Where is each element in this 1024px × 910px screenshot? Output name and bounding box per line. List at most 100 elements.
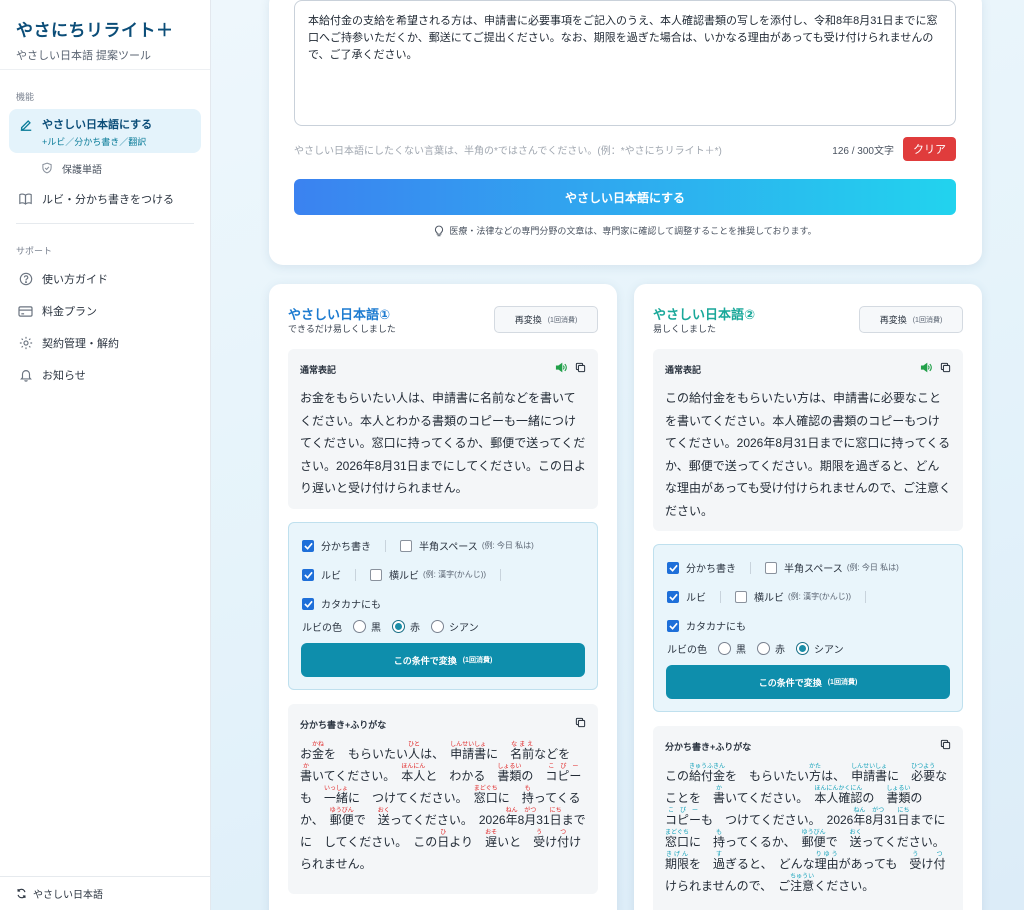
- ruby-word: 送おく: [377, 808, 390, 827]
- sidebar-item-pricing[interactable]: 料金プラン: [9, 295, 201, 327]
- source-text-input[interactable]: 本給付金の支給を希望される方は、申請書に必要事項をご記入のうえ、本人確認書類の写…: [294, 0, 956, 126]
- katakana-label: カタカナにも: [686, 622, 746, 633]
- ruby-word: 日ひ: [437, 830, 450, 849]
- ruby-word: 窓口まどぐち: [473, 786, 498, 805]
- sidebar: やさにちリライト＋ やさしい日本語 提案ツール 機能 やさしい日本語にする +ル…: [0, 0, 211, 910]
- wakachi-checkbox[interactable]: [667, 561, 679, 574]
- ruby-checkbox[interactable]: [302, 568, 314, 581]
- ruby-checkbox[interactable]: [667, 590, 679, 603]
- yoko-ruby-checkbox[interactable]: [370, 568, 382, 581]
- sidebar-item-news[interactable]: お知らせ: [9, 359, 201, 391]
- divider: [865, 590, 867, 603]
- wakachi-checkbox[interactable]: [302, 539, 314, 552]
- options-row-2: ルビ 横ルビ (例: 漢字(かんじ)): [302, 567, 515, 582]
- divider: [385, 539, 386, 552]
- ruby-word: 日にち: [549, 808, 562, 827]
- ruby-text-panel: 分かち書き+ふりがな この給付金きゅうふきんを もらいたい方かたは、 申請書しん…: [653, 726, 963, 910]
- sidebar-item-guide[interactable]: 使い方ガイド: [9, 263, 201, 295]
- panel-label: 通常表記: [665, 365, 702, 375]
- speaker-icon[interactable]: [920, 362, 932, 373]
- sidebar-item-label: 保護単語: [62, 164, 102, 176]
- panel-actions: [912, 362, 951, 373]
- yoko-ruby-checkbox[interactable]: [735, 590, 747, 603]
- color-radio-red[interactable]: [757, 642, 770, 655]
- char-counter: 126 / 300文字: [832, 145, 894, 157]
- ruby-word: 受う: [909, 852, 922, 871]
- convert-button[interactable]: やさしい日本語にする: [294, 179, 956, 215]
- brand-title[interactable]: やさにちリライト＋: [16, 16, 194, 41]
- color-option-label: シアン: [449, 623, 479, 634]
- ruby-word: 注意ちゅうい: [790, 874, 815, 893]
- apply-label: この条件で変換: [393, 655, 457, 666]
- ruby-reading: す: [713, 852, 726, 858]
- hankaku-checkbox[interactable]: [400, 539, 412, 552]
- ruby-word: 月がつ: [524, 808, 537, 827]
- ruby-reading: おく: [377, 808, 390, 814]
- ruby-word: 窓口まどぐち: [665, 830, 690, 849]
- ruby-reading: おそ: [485, 830, 498, 836]
- ruby-reading: う: [533, 830, 546, 836]
- copy-icon[interactable]: [575, 362, 586, 373]
- ruby-word: 理由りゆう: [814, 852, 839, 871]
- sidebar-item-ruby[interactable]: ルビ・分かち書きをつける: [9, 183, 201, 215]
- sidebar-item-label: 料金プラン: [42, 306, 97, 318]
- clear-button[interactable]: クリア: [903, 137, 956, 161]
- reconvert-button[interactable]: 再変換 (1回消費): [494, 306, 598, 333]
- hankaku-label: 半角スペース: [784, 564, 843, 575]
- ruby-reading: しんせいしょ: [450, 742, 487, 748]
- options-row-3: カタカナにも: [667, 618, 746, 633]
- ruby-reading: ひつよう: [911, 764, 936, 770]
- sidebar-item-easy-japanese[interactable]: やさしい日本語にする +ルビ／分かち書き／翻訳: [9, 109, 201, 153]
- result-title: やさしい日本語①: [288, 307, 391, 322]
- copy-icon[interactable]: [940, 739, 951, 750]
- panel-actions: [932, 739, 951, 750]
- panel-actions: [547, 362, 586, 373]
- hankaku-example: (例: 今日 私は): [846, 563, 899, 572]
- copy-icon[interactable]: [575, 717, 586, 728]
- sidebar-item-contract[interactable]: 契約管理・解約: [9, 327, 201, 359]
- ruby-word: 申請書しんせいしょ: [851, 764, 888, 783]
- yoko-ruby-example: (例: 漢字(かんじ)): [423, 570, 487, 579]
- ruby-word: 方かた: [809, 764, 822, 783]
- copy-icon[interactable]: [940, 362, 951, 373]
- options-panel: 分かち書き 半角スペース (例: 今日 私は) ルビ 横ルビ (例: 漢字(かん…: [653, 544, 963, 712]
- ruby-reading: かね: [312, 742, 325, 748]
- katakana-checkbox[interactable]: [667, 619, 679, 632]
- ruby-reading: まどぐち: [665, 830, 689, 836]
- hint-text: やさしい日本語にしたくない言葉は、半角の*ではさんでください。(例：*やさにちリ…: [294, 145, 722, 157]
- apply-conditions-button[interactable]: この条件で変換 (1回消費): [301, 643, 585, 677]
- sidebar-footer[interactable]: やさしい日本語: [0, 876, 210, 910]
- hankaku-checkbox[interactable]: [765, 561, 777, 574]
- ruby-reading: がつ: [872, 808, 885, 814]
- color-radio-black[interactable]: [353, 620, 366, 633]
- color-radio-cyan[interactable]: [431, 620, 444, 633]
- katakana-label: カタカナにも: [321, 600, 381, 611]
- apply-conditions-button[interactable]: この条件で変換 (1回消費): [666, 665, 950, 699]
- ruby-reading: がつ: [524, 808, 537, 814]
- speaker-icon[interactable]: [555, 362, 567, 373]
- ruby-reading: きゅうふきん: [689, 764, 726, 770]
- katakana-checkbox[interactable]: [302, 597, 314, 610]
- ruby-word: 送おく: [849, 830, 862, 849]
- note-text: 医療・法律などの専門分野の文章は、専門家に確認して調整することを推奨しております…: [449, 226, 817, 236]
- reconvert-button[interactable]: 再変換 (1回消費): [859, 306, 963, 333]
- ruby-label: ルビ: [686, 593, 706, 604]
- ruby-reading: まどぐち: [473, 786, 498, 792]
- color-radio-red[interactable]: [392, 620, 405, 633]
- sidebar-item-protected-words[interactable]: 保護単語: [41, 153, 201, 183]
- gear-icon: [18, 336, 33, 351]
- divider: [500, 568, 502, 581]
- ruby-word: 名前なまえ: [510, 742, 535, 761]
- ruby-word: 年ねん: [853, 808, 866, 827]
- color-radio-black[interactable]: [718, 642, 731, 655]
- ruby-reading: いっしょ: [324, 786, 349, 792]
- ruby-word: 金かね: [312, 742, 325, 761]
- brand-subtitle: やさしい日本語 提案ツール: [16, 50, 152, 62]
- divider: [750, 561, 751, 574]
- hankaku-example: (例: 今日 私は): [481, 541, 534, 550]
- edit-icon: [18, 117, 33, 132]
- ruby-word: コピーこぴー: [665, 808, 702, 827]
- sidebar-item-label: ルビ・分かち書きをつける: [42, 194, 174, 206]
- ruby-reading: か: [713, 786, 726, 792]
- color-radio-cyan[interactable]: [796, 642, 809, 655]
